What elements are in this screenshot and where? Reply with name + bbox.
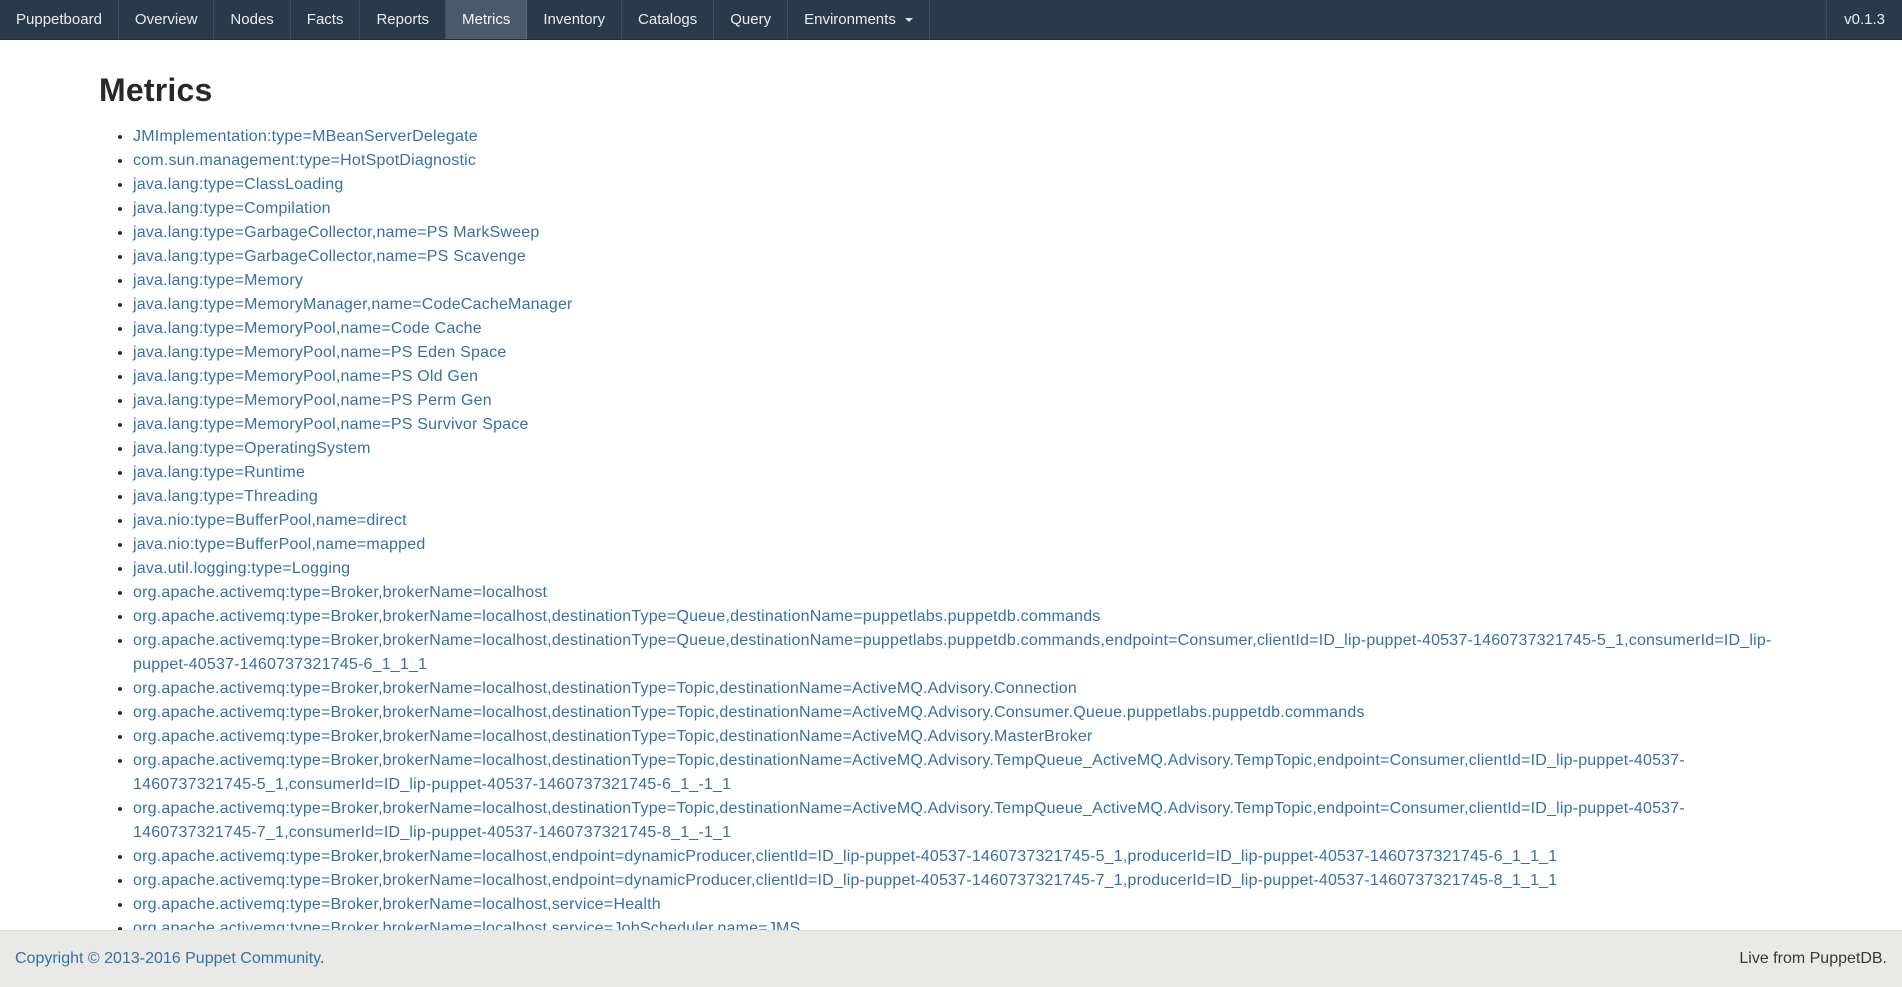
metric-link[interactable]: java.lang:type=MemoryPool,name=PS Old Ge…: [133, 368, 478, 385]
nav-item-metrics[interactable]: Metrics: [446, 0, 527, 39]
list-item: java.util.logging:type=Logging: [133, 557, 1803, 581]
metrics-list: JMImplementation:type=MBeanServerDelegat…: [99, 125, 1803, 941]
nav-item-environments[interactable]: Environments: [788, 0, 930, 39]
list-item: org.apache.activemq:type=Broker,brokerNa…: [133, 701, 1803, 725]
metric-link[interactable]: java.util.logging:type=Logging: [133, 560, 350, 577]
list-item: org.apache.activemq:type=Broker,brokerNa…: [133, 725, 1803, 749]
nav-item-label: Puppetboard: [16, 11, 102, 28]
footer-copyright: Copyright © 2013-2016 Puppet Community.: [15, 950, 324, 968]
metric-link[interactable]: org.apache.activemq:type=Broker,brokerNa…: [133, 632, 1772, 673]
nav-item-inventory[interactable]: Inventory: [527, 0, 622, 39]
list-item: java.nio:type=BufferPool,name=mapped: [133, 533, 1803, 557]
list-item: java.lang:type=ClassLoading: [133, 173, 1803, 197]
list-item: java.lang:type=GarbageCollector,name=PS …: [133, 245, 1803, 269]
nav-item-label: Inventory: [543, 11, 605, 28]
metric-link[interactable]: JMImplementation:type=MBeanServerDelegat…: [133, 128, 478, 145]
metric-link[interactable]: java.lang:type=Threading: [133, 488, 318, 505]
metric-link[interactable]: java.lang:type=MemoryPool,name=PS Perm G…: [133, 392, 492, 409]
copyright-link[interactable]: Copyright © 2013-2016 Puppet Community: [15, 950, 320, 967]
nav-item-label: Facts: [307, 11, 344, 28]
footer-status-text: Live from PuppetDB.: [1739, 950, 1887, 968]
metric-link[interactable]: java.lang:type=MemoryManager,name=CodeCa…: [133, 296, 573, 313]
list-item: java.lang:type=Threading: [133, 485, 1803, 509]
metric-link[interactable]: java.lang:type=GarbageCollector,name=PS …: [133, 224, 539, 241]
metric-link[interactable]: org.apache.activemq:type=Broker,brokerNa…: [133, 800, 1685, 841]
list-item: org.apache.activemq:type=Broker,brokerNa…: [133, 677, 1803, 701]
page-title: Metrics: [99, 72, 1803, 109]
metric-link[interactable]: org.apache.activemq:type=Broker,brokerNa…: [133, 896, 661, 913]
metric-link[interactable]: java.nio:type=BufferPool,name=mapped: [133, 536, 425, 553]
list-item: org.apache.activemq:type=Broker,brokerNa…: [133, 869, 1803, 893]
nav-item-overview[interactable]: Overview: [119, 0, 215, 39]
metric-link[interactable]: java.lang:type=ClassLoading: [133, 176, 343, 193]
list-item: org.apache.activemq:type=Broker,brokerNa…: [133, 749, 1803, 797]
metric-link[interactable]: org.apache.activemq:type=Broker,brokerNa…: [133, 608, 1101, 625]
list-item: java.nio:type=BufferPool,name=direct: [133, 509, 1803, 533]
list-item: java.lang:type=MemoryPool,name=PS Perm G…: [133, 389, 1803, 413]
list-item: org.apache.activemq:type=Broker,brokerNa…: [133, 629, 1803, 677]
nav-item-label: Overview: [135, 11, 198, 28]
nav-item-facts[interactable]: Facts: [291, 0, 361, 39]
list-item: java.lang:type=GarbageCollector,name=PS …: [133, 221, 1803, 245]
list-item: java.lang:type=MemoryPool,name=PS Surviv…: [133, 413, 1803, 437]
nav-item-reports[interactable]: Reports: [360, 0, 446, 39]
list-item: java.lang:type=MemoryPool,name=PS Old Ge…: [133, 365, 1803, 389]
nav-item-query[interactable]: Query: [714, 0, 788, 39]
navbar-menu: Puppetboard Overview Nodes Facts Reports Metr…: [0, 0, 930, 39]
metric-link[interactable]: com.sun.management:type=HotSpotDiagnosti…: [133, 152, 476, 169]
metric-link[interactable]: org.apache.activemq:type=Broker,brokerNa…: [133, 584, 547, 601]
list-item: java.lang:type=MemoryPool,name=Code Cach…: [133, 317, 1803, 341]
list-item: java.lang:type=MemoryPool,name=PS Eden S…: [133, 341, 1803, 365]
list-item: java.lang:type=Compilation: [133, 197, 1803, 221]
list-item: java.lang:type=MemoryManager,name=CodeCa…: [133, 293, 1803, 317]
chevron-down-icon: [905, 18, 913, 22]
list-item: java.lang:type=Runtime: [133, 461, 1803, 485]
footer: Copyright © 2013-2016 Puppet Community. …: [0, 930, 1902, 987]
nav-item-label: Catalogs: [638, 11, 697, 28]
list-item: java.lang:type=OperatingSystem: [133, 437, 1803, 461]
nav-item-puppetboard[interactable]: Puppetboard: [0, 0, 119, 39]
metric-link[interactable]: org.apache.activemq:type=Broker,brokerNa…: [133, 728, 1092, 745]
copyright-period: .: [320, 950, 324, 967]
list-item: JMImplementation:type=MBeanServerDelegat…: [133, 125, 1803, 149]
list-item: org.apache.activemq:type=Broker,brokerNa…: [133, 605, 1803, 629]
nav-item-label: Environments: [804, 11, 896, 28]
nav-item-nodes[interactable]: Nodes: [214, 0, 290, 39]
metric-link[interactable]: org.apache.activemq:type=Broker,brokerNa…: [133, 680, 1077, 697]
metric-link[interactable]: java.lang:type=Compilation: [133, 200, 331, 217]
nav-item-label: Nodes: [230, 11, 273, 28]
nav-item-catalogs[interactable]: Catalogs: [622, 0, 714, 39]
nav-item-label: Query: [730, 11, 771, 28]
metric-link[interactable]: java.lang:type=MemoryPool,name=PS Surviv…: [133, 416, 529, 433]
nav-item-label: Reports: [376, 11, 429, 28]
version-label: v0.1.3: [1826, 0, 1902, 39]
metric-link[interactable]: org.apache.activemq:type=Broker,brokerNa…: [133, 752, 1685, 793]
list-item: org.apache.activemq:type=Broker,brokerNa…: [133, 797, 1803, 845]
nav-item-label: Metrics: [462, 11, 510, 28]
list-item: org.apache.activemq:type=Broker,brokerNa…: [133, 581, 1803, 605]
list-item: java.lang:type=Memory: [133, 269, 1803, 293]
navbar: Puppetboard Overview Nodes Facts Reports Metr…: [0, 0, 1902, 40]
metric-link[interactable]: java.lang:type=MemoryPool,name=PS Eden S…: [133, 344, 506, 361]
metric-link[interactable]: org.apache.activemq:type=Broker,brokerNa…: [133, 848, 1557, 865]
metric-link[interactable]: java.lang:type=Runtime: [133, 464, 305, 481]
list-item: com.sun.management:type=HotSpotDiagnosti…: [133, 149, 1803, 173]
metric-link[interactable]: java.lang:type=Memory: [133, 272, 303, 289]
metric-link[interactable]: java.lang:type=OperatingSystem: [133, 440, 371, 457]
main-content: Metrics JMImplementation:type=MBeanServe…: [0, 40, 1902, 987]
metric-link[interactable]: org.apache.activemq:type=Broker,brokerNa…: [133, 872, 1557, 889]
metric-link[interactable]: java.nio:type=BufferPool,name=direct: [133, 512, 407, 529]
metric-link[interactable]: org.apache.activemq:type=Broker,brokerNa…: [133, 704, 1365, 721]
list-item: org.apache.activemq:type=Broker,brokerNa…: [133, 845, 1803, 869]
metric-link[interactable]: java.lang:type=GarbageCollector,name=PS …: [133, 248, 526, 265]
list-item: org.apache.activemq:type=Broker,brokerNa…: [133, 893, 1803, 917]
metric-link[interactable]: java.lang:type=MemoryPool,name=Code Cach…: [133, 320, 482, 337]
